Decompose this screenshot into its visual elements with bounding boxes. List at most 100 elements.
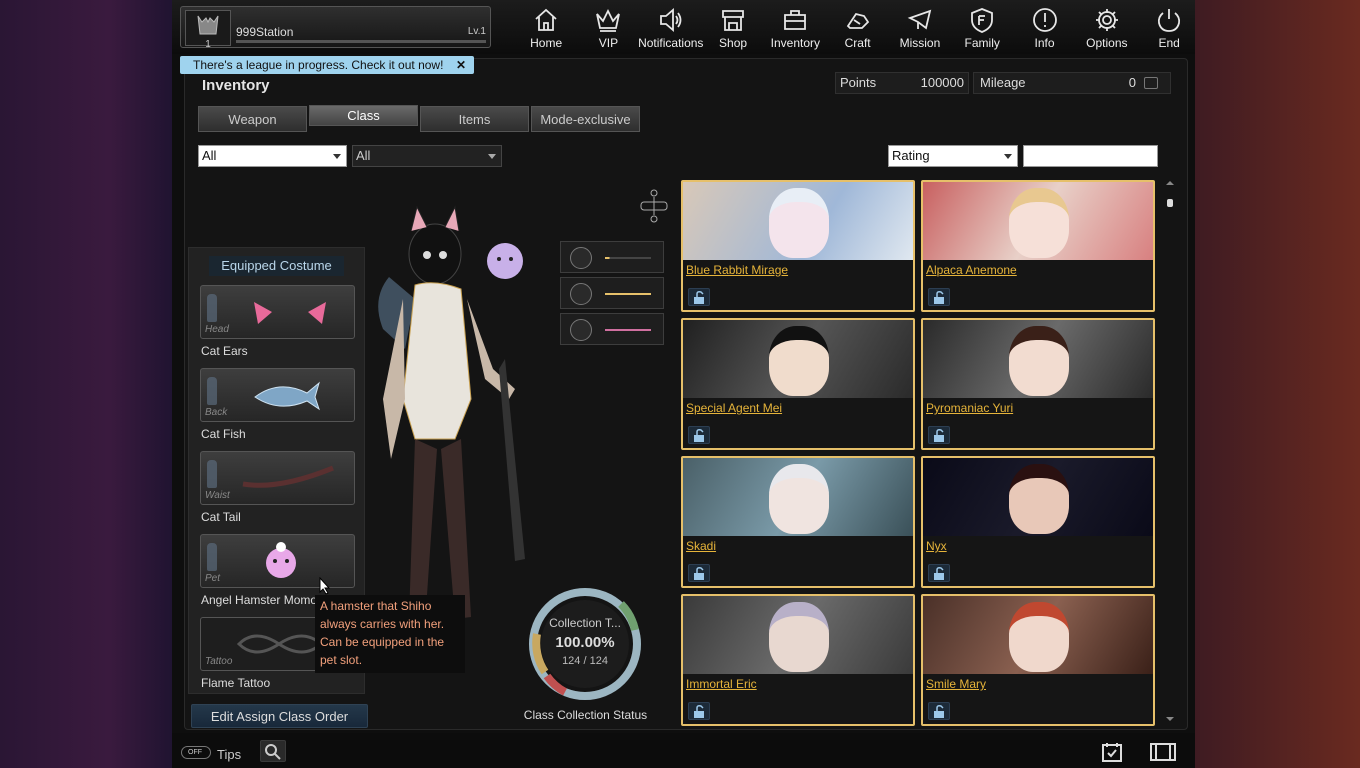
costume-slot-head[interactable]: Head: [200, 285, 355, 339]
points-label: Points: [840, 75, 877, 90]
body-silhouette-icon: [207, 294, 217, 322]
unlock-icon: [934, 705, 944, 718]
slot-item-name: Flame Tattoo: [201, 676, 271, 690]
slot-category: Head: [205, 324, 229, 335]
class-card[interactable]: Skadi: [681, 456, 915, 588]
nav-craft-button[interactable]: Craft: [826, 2, 888, 52]
close-icon[interactable]: ✕: [456, 56, 466, 74]
tips-toggle[interactable]: OFF: [181, 746, 211, 759]
scroll-up-icon: [1166, 181, 1174, 185]
unlock-icon: [694, 567, 704, 580]
class-card[interactable]: Special Agent Mei: [681, 318, 915, 450]
tab-class[interactable]: Class: [309, 105, 418, 126]
costume-slot-waist[interactable]: Waist: [200, 451, 355, 505]
nav-info-button[interactable]: Info: [1013, 2, 1075, 52]
speaker-icon: [659, 8, 682, 32]
slot-category: Waist: [205, 490, 230, 501]
nav-inventory-button[interactable]: Inventory: [764, 2, 826, 52]
exp-bar: [236, 40, 486, 43]
body-silhouette-icon: [207, 543, 217, 571]
calendar-check-icon[interactable]: [1100, 740, 1124, 764]
nav-home-button[interactable]: Home: [515, 2, 577, 52]
unlock-button[interactable]: [688, 426, 710, 444]
stat-card-button[interactable]: [560, 313, 664, 345]
card-portrait: [683, 320, 913, 398]
card-name: Immortal Eric: [686, 677, 757, 691]
unlock-icon: [934, 291, 944, 304]
film-icon[interactable]: [1148, 740, 1178, 764]
class-card[interactable]: Blue Rabbit Mirage: [681, 180, 915, 312]
nav-mission-label: Mission: [899, 36, 941, 50]
collection-count: 124 / 124: [562, 655, 608, 667]
rank-badge: 1: [185, 10, 231, 50]
player-profile[interactable]: 1 999Station Lv.1: [180, 6, 491, 50]
nav-family-button[interactable]: Family: [951, 2, 1013, 52]
card-portrait: [923, 320, 1153, 398]
unlock-icon: [694, 291, 704, 304]
unlock-button[interactable]: [928, 426, 950, 444]
sort-select[interactable]: Rating: [888, 145, 1018, 167]
class-card[interactable]: Alpaca Anemone: [921, 180, 1155, 312]
mileage-label: Mileage: [980, 75, 1026, 90]
scroll-down-icon: [1166, 717, 1174, 721]
costume-slot-pet[interactable]: Pet: [200, 534, 355, 588]
edit-assign-class-order-button[interactable]: Edit Assign Class Order: [191, 704, 368, 728]
tab-mode-exclusive[interactable]: Mode-exclusive: [531, 106, 640, 132]
hamster-pet-icon: [266, 542, 296, 578]
nav-info-label: Info: [1034, 36, 1055, 50]
nav-end-button[interactable]: End: [1138, 2, 1200, 52]
nav-vip-button[interactable]: VIP: [577, 2, 639, 52]
mileage-display: Mileage 0: [973, 72, 1171, 94]
body-silhouette-icon: [207, 377, 217, 405]
home-icon: [535, 8, 557, 31]
nav-options-label: Options: [1086, 36, 1128, 50]
unlock-button[interactable]: [688, 564, 710, 582]
filter-select-1[interactable]: All: [198, 145, 347, 167]
card-list-scrollbar[interactable]: [1164, 179, 1176, 724]
costume-slot-back[interactable]: Back: [200, 368, 355, 422]
points-value: 100000: [920, 75, 964, 90]
nav-mission-button[interactable]: Mission: [889, 2, 951, 52]
nav-shop-button[interactable]: Shop: [702, 2, 764, 52]
unlock-icon: [694, 429, 704, 442]
tips-label: Tips: [217, 747, 242, 762]
unlock-button[interactable]: [928, 702, 950, 720]
card-portrait: [923, 182, 1153, 260]
tab-items[interactable]: Items: [420, 106, 529, 132]
class-card[interactable]: Smile Mary: [921, 594, 1155, 726]
unlock-button[interactable]: [928, 564, 950, 582]
unlock-button[interactable]: [688, 702, 710, 720]
move-camera-icon[interactable]: [637, 189, 671, 223]
scroll-thumb: [1167, 199, 1173, 207]
class-card[interactable]: Immortal Eric: [681, 594, 915, 726]
class-card[interactable]: Nyx: [921, 456, 1155, 588]
equipped-costume-header: Equipped Costume: [209, 256, 344, 276]
unlock-button[interactable]: [928, 288, 950, 306]
league-banner[interactable]: There's a league in progress. Check it o…: [180, 56, 474, 74]
mileage-icon[interactable]: [1144, 77, 1158, 89]
nav-shop-label: Shop: [719, 36, 748, 50]
nav-home-label: Home: [530, 36, 563, 50]
card-name: Pyromaniac Yuri: [926, 401, 1014, 415]
filter-select-2[interactable]: All: [352, 145, 502, 167]
class-card[interactable]: Pyromaniac Yuri: [921, 318, 1155, 450]
tab-weapon[interactable]: Weapon: [198, 106, 307, 132]
nav-end-label: End: [1158, 36, 1180, 50]
power-icon: [1158, 9, 1181, 32]
stat-character-button[interactable]: [560, 241, 664, 273]
nav-craft-label: Craft: [844, 36, 871, 50]
slot-category: Tattoo: [205, 656, 233, 667]
stat-costume-button[interactable]: [560, 277, 664, 309]
game-window: 1 999Station Lv.1 Home VIP Notifications…: [172, 0, 1195, 768]
unlock-button[interactable]: [688, 288, 710, 306]
card-name: Special Agent Mei: [686, 401, 783, 415]
nav-notifications-button[interactable]: Notifications: [638, 2, 703, 52]
card-name: Blue Rabbit Mirage: [686, 263, 789, 277]
card-name: Smile Mary: [926, 677, 987, 691]
inventory-tabs: Weapon Class Items Mode-exclusive: [198, 105, 640, 132]
search-input[interactable]: [1023, 145, 1158, 167]
chevron-down-icon: [1004, 154, 1012, 159]
nav-options-button[interactable]: Options: [1076, 2, 1138, 52]
search-button[interactable]: [260, 740, 286, 762]
filter-2-value: All: [356, 148, 371, 163]
